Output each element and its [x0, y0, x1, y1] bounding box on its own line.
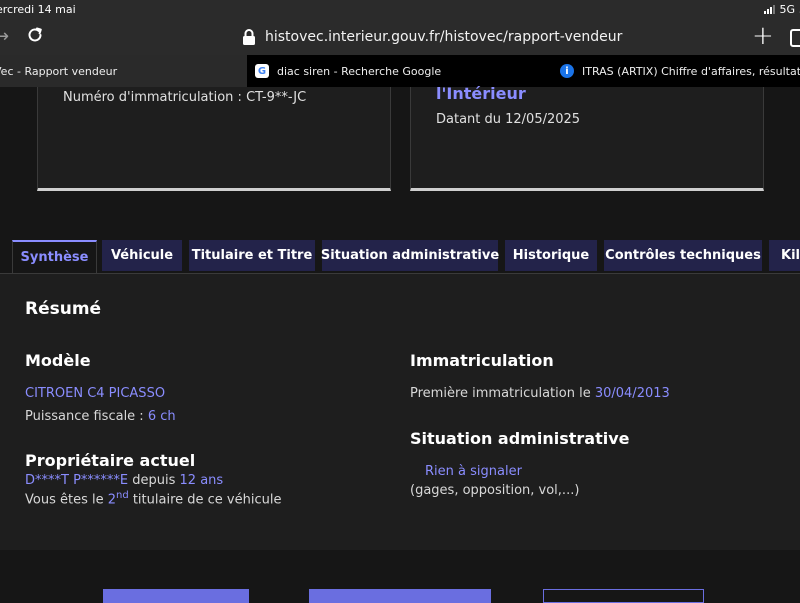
model-heading: Modèle	[25, 351, 91, 370]
tab-kilometrage[interactable]: Kilo	[769, 240, 800, 271]
owner-rank-number: 2	[107, 492, 117, 508]
owner-since-value: 12 ans	[179, 473, 224, 488]
first-registration: Première immatriculation le 30/04/2013	[410, 386, 670, 401]
url-bar[interactable]: histovec.interieur.gouv.fr/histovec/rapp…	[265, 29, 622, 45]
browser-tab-title: diac siren - Recherche Google	[277, 64, 442, 78]
owner-rank-suffix-sup: nd	[116, 490, 129, 501]
owner-name-line: D****T P******E depuis 12 ans	[25, 473, 223, 488]
action-button-3[interactable]	[543, 589, 704, 603]
status-indicators: 5G 5	[764, 3, 800, 16]
fiscal-power-value: 6 ch	[147, 409, 176, 424]
owner-since-label: depuis	[128, 473, 180, 488]
action-button-1[interactable]	[103, 589, 249, 603]
tab-titulaire[interactable]: Titulaire et Titre	[189, 240, 315, 271]
owner-rank-suffix: titulaire de ce véhicule	[128, 492, 282, 508]
browser-tab-itras[interactable]: i ITRAS (ARTIX) Chiffre d'affaires, résu…	[560, 55, 800, 87]
status-bar: ercredi 14 mai 5G 5	[0, 0, 800, 20]
lock-icon	[242, 29, 256, 49]
fiscal-power: Puissance fiscale : 6 ch	[25, 409, 176, 424]
signal-icon	[764, 5, 776, 14]
tab-vehicule[interactable]: Véhicule	[102, 240, 182, 271]
first-registration-date: 30/04/2013	[594, 386, 670, 401]
first-registration-label: Première immatriculation le	[410, 386, 595, 401]
admin-status: Rien à signaler	[425, 464, 522, 479]
admin-details: (gages, opposition, vol,...)	[410, 483, 580, 498]
google-favicon-icon: G	[255, 64, 269, 78]
browser-tab-title: ITRAS (ARTIX) Chiffre d'affaires, résult…	[582, 64, 800, 78]
new-tab-plus-icon[interactable]: +	[752, 22, 774, 50]
status-time: ercredi 14 mai	[0, 3, 76, 16]
owner-heading: Propriétaire actuel	[25, 451, 196, 470]
registration-number: Numéro d'immatriculation : CT-9**-JC	[63, 90, 307, 105]
owner-name: D****T P******E	[25, 473, 129, 488]
browser-toolbar: → histovec.interieur.gouv.fr/histovec/ra…	[0, 20, 800, 55]
report-date: Datant du 12/05/2025	[436, 112, 581, 127]
network-label: 5G	[779, 3, 795, 16]
tab-situation-administrative[interactable]: Situation administrative	[321, 240, 499, 271]
browser-tab-title: Vec - Rapport vendeur	[0, 64, 118, 78]
owner-rank: Vous êtes le 2nd titulaire de ce véhicul…	[25, 490, 281, 507]
reload-icon[interactable]	[26, 26, 44, 48]
fiscal-power-label: Puissance fiscale :	[25, 409, 148, 424]
info-favicon-icon: i	[560, 64, 574, 78]
report-source-title: l'Intérieur	[436, 84, 526, 103]
browser-tab-bar: Vec - Rapport vendeur G diac siren - Rec…	[0, 55, 800, 87]
tab-historique[interactable]: Historique	[505, 240, 597, 271]
browser-tab-google[interactable]: G diac siren - Recherche Google	[255, 55, 550, 87]
tab-synthese[interactable]: Synthèse	[12, 240, 97, 273]
forward-arrow-icon[interactable]: →	[0, 26, 9, 47]
browser-tab-histovec[interactable]: Vec - Rapport vendeur	[0, 55, 247, 87]
admin-heading: Situation administrative	[410, 429, 630, 448]
action-button-2[interactable]	[309, 589, 491, 603]
tabs-overview-icon[interactable]	[790, 29, 800, 47]
owner-rank-prefix: Vous êtes le	[25, 492, 108, 508]
tab-controles-techniques[interactable]: Contrôles techniques	[604, 240, 762, 271]
summary-heading: Résumé	[25, 299, 102, 319]
registration-heading: Immatriculation	[410, 351, 554, 370]
model-name: CITROEN C4 PICASSO	[25, 386, 166, 401]
